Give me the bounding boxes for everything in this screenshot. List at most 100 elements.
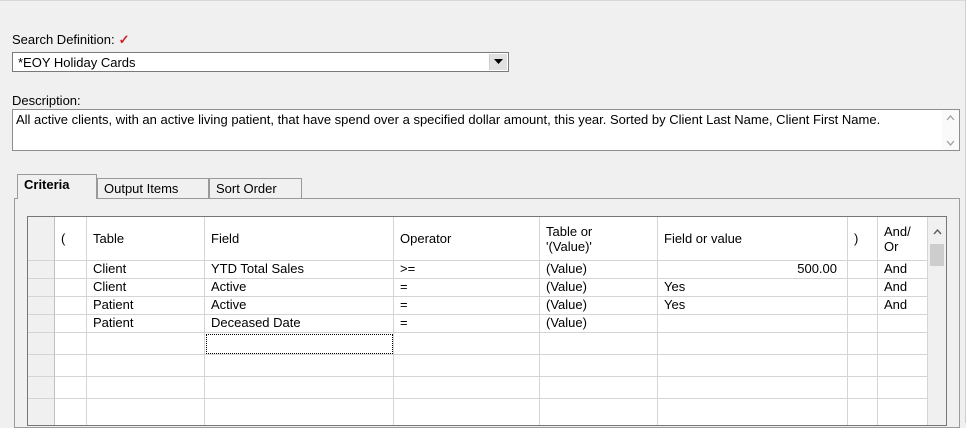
cell-open-paren[interactable] <box>55 315 87 333</box>
cell-field-or-value[interactable]: 500.00 <box>658 261 848 279</box>
col-header-field[interactable]: Field <box>205 217 394 261</box>
col-header-open-paren[interactable]: ( <box>55 217 87 261</box>
cell-table-or-value[interactable] <box>540 399 658 425</box>
scroll-up-icon[interactable] <box>933 229 942 235</box>
cell-open-paren[interactable] <box>55 297 87 315</box>
col-header-close-paren[interactable]: ) <box>848 217 878 261</box>
cell-open-paren[interactable] <box>55 377 87 399</box>
cell-operator[interactable]: = <box>394 315 540 333</box>
cell-open-paren[interactable] <box>55 279 87 297</box>
cell-and-or[interactable]: And <box>878 261 928 279</box>
col-header-and-or-line1: And/ <box>884 224 911 239</box>
cell-field[interactable]: Active <box>205 279 394 297</box>
row-header[interactable] <box>28 399 55 425</box>
cell-open-paren[interactable] <box>55 333 87 355</box>
scroll-up-icon[interactable] <box>946 115 955 121</box>
cell-field[interactable] <box>205 399 394 425</box>
cell-field[interactable] <box>205 377 394 399</box>
cell-table-or-value[interactable] <box>540 377 658 399</box>
cell-close-paren[interactable] <box>848 297 878 315</box>
cell-close-paren[interactable] <box>848 399 878 425</box>
cell-and-or[interactable]: And <box>878 297 928 315</box>
cell-operator[interactable] <box>394 377 540 399</box>
grid-vertical-scrollbar[interactable] <box>928 217 946 425</box>
cell-open-paren[interactable] <box>55 399 87 425</box>
row-header[interactable] <box>28 355 55 377</box>
cell-field-or-value[interactable]: Yes <box>658 279 848 297</box>
tab-sort-order[interactable]: Sort Order <box>209 178 302 198</box>
cell-field-or-value[interactable] <box>658 377 848 399</box>
cell-operator[interactable] <box>394 333 540 355</box>
cell-field-or-value[interactable] <box>658 333 848 355</box>
search-definition-value: *EOY Holiday Cards <box>18 55 136 70</box>
cell-table[interactable] <box>87 377 205 399</box>
description-textarea[interactable]: All active clients, with an active livin… <box>12 109 960 151</box>
cell-table[interactable] <box>87 399 205 425</box>
col-header-operator[interactable]: Operator <box>394 217 540 261</box>
cell-and-or[interactable] <box>878 333 928 355</box>
cell-close-paren[interactable] <box>848 261 878 279</box>
cell-table-or-value[interactable]: (Value) <box>540 315 658 333</box>
row-header[interactable] <box>28 297 55 315</box>
row-header[interactable] <box>28 315 55 333</box>
cell-table[interactable] <box>87 355 205 377</box>
cell-table[interactable]: Client <box>87 279 205 297</box>
cell-operator[interactable] <box>394 399 540 425</box>
description-text: All active clients, with an active livin… <box>16 112 881 127</box>
criteria-grid[interactable]: ( Table Field Operator Table or '(Value)… <box>27 216 947 426</box>
cell-field[interactable]: Deceased Date <box>205 315 394 333</box>
col-header-table-or-value-line2: '(Value)' <box>546 239 592 254</box>
chevron-down-icon <box>494 59 503 64</box>
cell-table-or-value[interactable] <box>540 333 658 355</box>
cell-and-or[interactable] <box>878 399 928 425</box>
cell-close-paren[interactable] <box>848 315 878 333</box>
cell-and-or[interactable] <box>878 377 928 399</box>
cell-table[interactable]: Patient <box>87 315 205 333</box>
cell-field[interactable]: Active <box>205 297 394 315</box>
cell-open-paren[interactable] <box>55 355 87 377</box>
cell-field-or-value[interactable] <box>658 315 848 333</box>
top-border <box>0 0 966 1</box>
cell-table-or-value[interactable]: (Value) <box>540 261 658 279</box>
cell-close-paren[interactable] <box>848 333 878 355</box>
description-scrollbar[interactable] <box>942 110 959 150</box>
cell-table-or-value[interactable]: (Value) <box>540 279 658 297</box>
cell-table[interactable] <box>87 333 205 355</box>
cell-and-or[interactable] <box>878 355 928 377</box>
row-header[interactable] <box>28 333 55 355</box>
tab-criteria[interactable]: Criteria <box>17 174 97 199</box>
scroll-down-icon[interactable] <box>946 140 955 146</box>
cell-field[interactable]: YTD Total Sales <box>205 261 394 279</box>
dropdown-arrow-button[interactable] <box>489 54 507 70</box>
cell-field[interactable] <box>205 355 394 377</box>
cell-field-or-value[interactable]: Yes <box>658 297 848 315</box>
cell-operator[interactable]: = <box>394 297 540 315</box>
row-header[interactable] <box>28 261 55 279</box>
cell-close-paren[interactable] <box>848 355 878 377</box>
col-header-table[interactable]: Table <box>87 217 205 261</box>
col-header-and-or[interactable]: And/ Or <box>878 217 928 261</box>
row-header[interactable] <box>28 279 55 297</box>
cell-open-paren[interactable] <box>55 261 87 279</box>
cell-table-or-value[interactable]: (Value) <box>540 297 658 315</box>
cell-operator[interactable]: = <box>394 279 540 297</box>
cell-and-or[interactable]: And <box>878 279 928 297</box>
search-definition-label: Search Definition: ✓ <box>12 32 130 48</box>
col-header-field-or-value[interactable]: Field or value <box>658 217 848 261</box>
cell-and-or[interactable] <box>878 315 928 333</box>
cell-close-paren[interactable] <box>848 377 878 399</box>
scrollbar-thumb[interactable] <box>930 244 944 266</box>
cell-close-paren[interactable] <box>848 279 878 297</box>
row-header[interactable] <box>28 377 55 399</box>
cell-field-or-value[interactable] <box>658 355 848 377</box>
cell-operator[interactable] <box>394 355 540 377</box>
cell-table[interactable]: Patient <box>87 297 205 315</box>
col-header-table-or-value[interactable]: Table or '(Value)' <box>540 217 658 261</box>
cell-table-or-value[interactable] <box>540 355 658 377</box>
tab-output-items[interactable]: Output Items <box>97 178 209 198</box>
search-definition-dropdown[interactable]: *EOY Holiday Cards <box>12 52 509 72</box>
cell-table[interactable]: Client <box>87 261 205 279</box>
cell-field-focused[interactable] <box>205 333 394 355</box>
cell-operator[interactable]: >= <box>394 261 540 279</box>
cell-field-or-value[interactable] <box>658 399 848 425</box>
